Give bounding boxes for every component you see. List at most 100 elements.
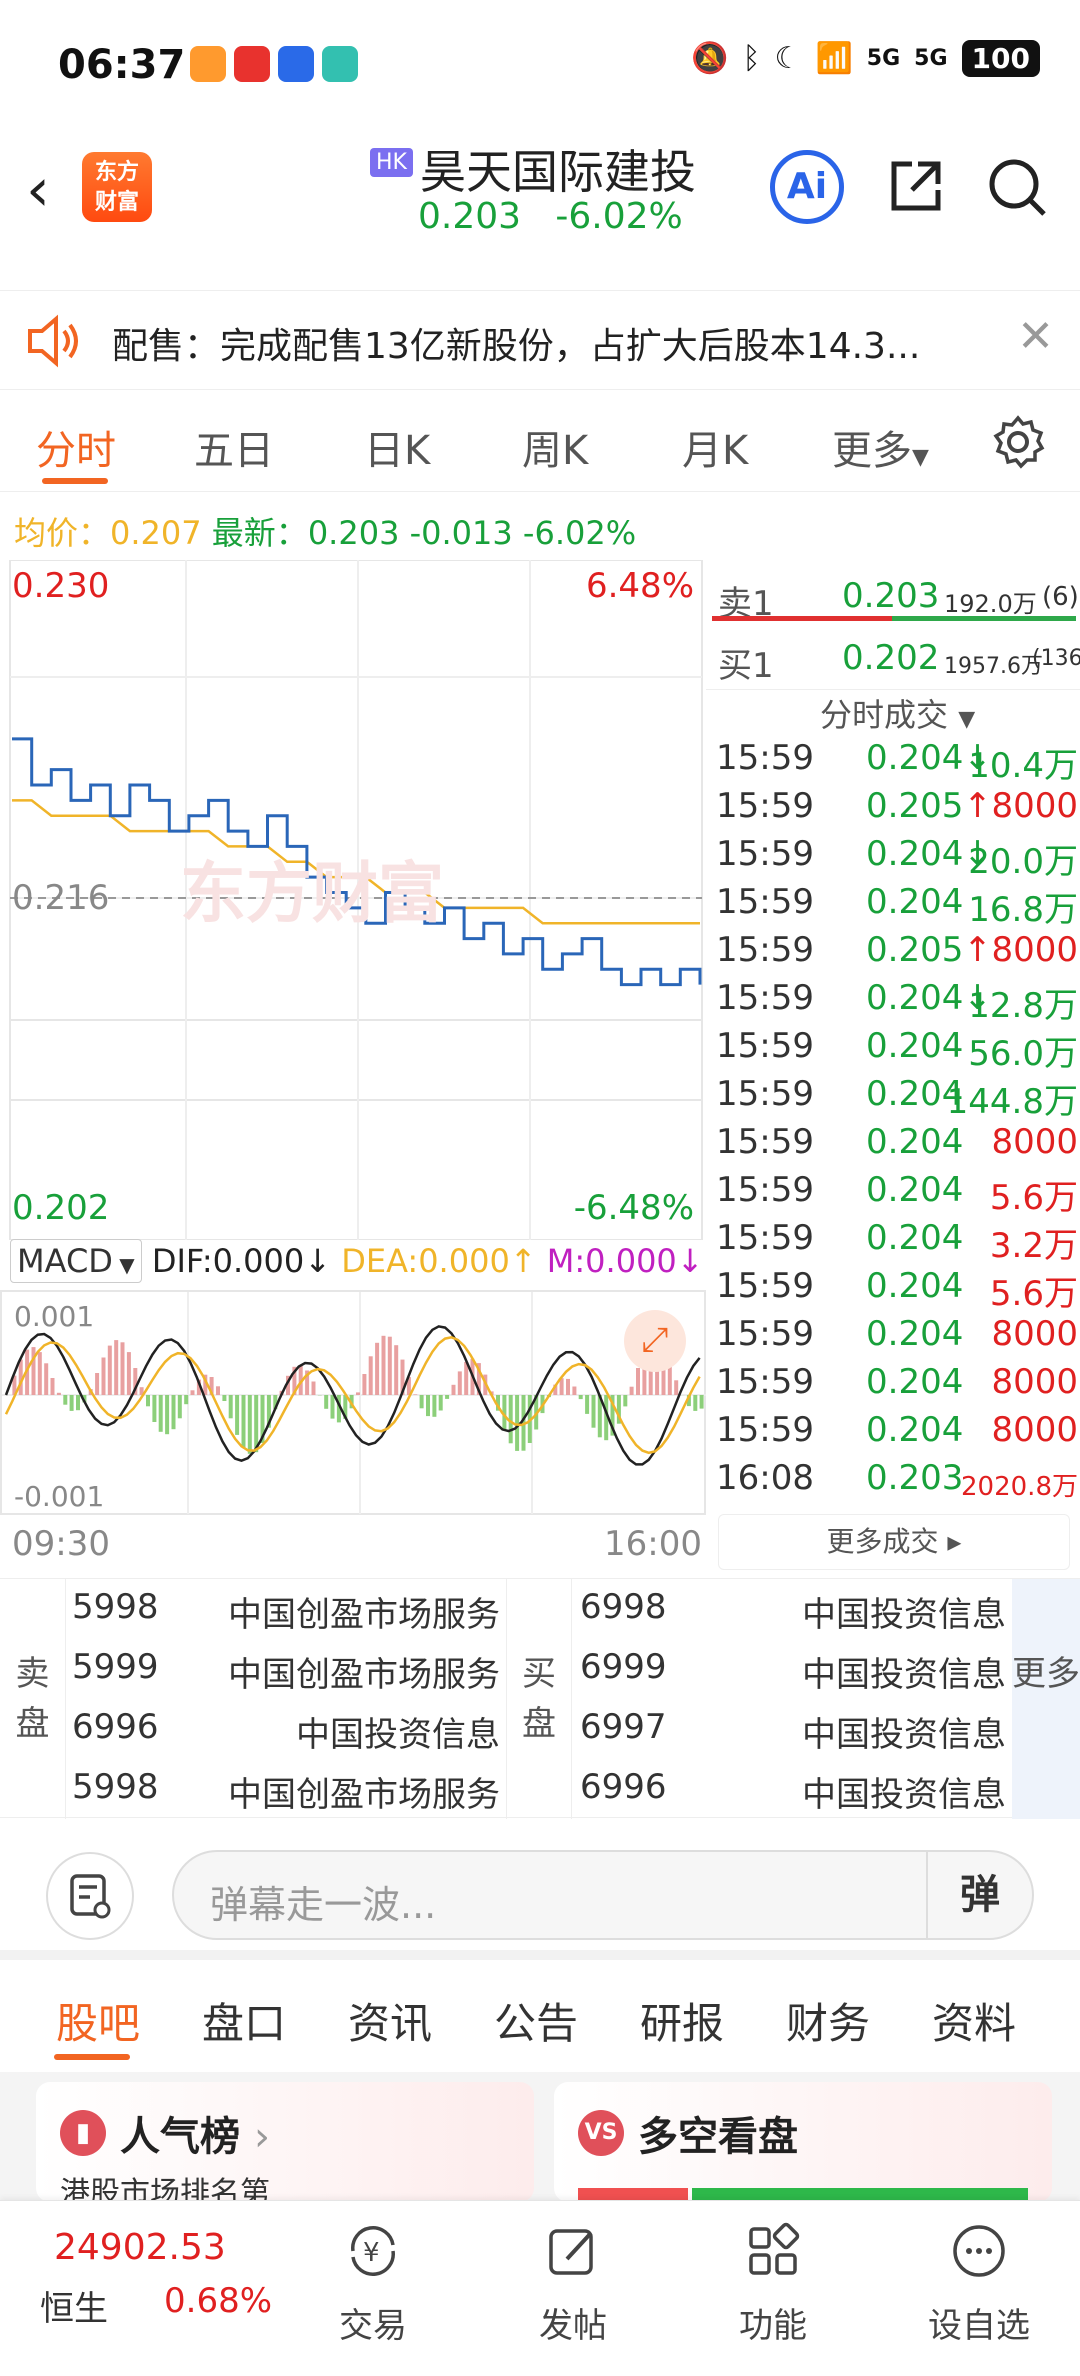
macd-chart[interactable]: 0.001 -0.001 ⤢ <box>0 1290 706 1515</box>
broker-row: 6998 中国投资信息 <box>580 1587 1006 1647</box>
system-icons: 🔕 ᛒ ☾ 📶 5G 5G 100 <box>691 40 1040 77</box>
tab-profile[interactable]: 资料 <box>932 1990 1016 2051</box>
bid-row: 买1 0.202 1957.6万 (136) <box>712 632 1080 686</box>
hsi-value[interactable]: 24902.53 <box>54 2227 226 2268</box>
expand-icon[interactable]: ⤢ <box>624 1310 686 1372</box>
macd-bar <box>674 1380 679 1395</box>
active-content-tab-indicator <box>54 2054 130 2060</box>
signal-icon-2: 5G <box>914 46 948 71</box>
tab-daily-k[interactable]: 日K <box>364 418 430 476</box>
popularity-title-text: 人气榜 <box>120 2114 240 2160</box>
broker-name: 中国投资信息 <box>296 1715 500 1755</box>
trade-time: 15:59 <box>716 834 814 874</box>
trade-volume: 5.6万 <box>989 1178 1078 1218</box>
edit-icon <box>549 2229 593 2275</box>
close-icon[interactable]: ✕ <box>1017 311 1054 362</box>
trade-volume: 2020.8万 <box>961 1472 1078 1502</box>
gear-icon[interactable] <box>990 414 1046 470</box>
macd-bar <box>693 1395 698 1411</box>
macd-bar <box>311 1381 316 1395</box>
macd-bar <box>152 1395 157 1422</box>
hsi-name[interactable]: 恒生 <box>40 2281 108 2330</box>
ai-button[interactable]: Ai <box>770 150 844 224</box>
macd-bar <box>69 1395 74 1411</box>
trade-price: 0.204 <box>866 1266 964 1306</box>
tab-announcements[interactable]: 公告 <box>494 1990 578 2051</box>
back-button[interactable]: ‹ <box>26 160 50 220</box>
tab-five-day[interactable]: 五日 <box>194 418 274 476</box>
hsi-change[interactable]: 0.68% <box>164 2281 272 2321</box>
danmu-input[interactable]: 弹幕走一波... 弹 <box>172 1850 1034 1940</box>
more-trades-label: 更多成交 <box>826 1525 939 1558</box>
tab-monthly-k[interactable]: 月K <box>682 418 748 476</box>
trade-time: 15:59 <box>716 882 814 922</box>
trade-time: 15:59 <box>716 1170 814 1210</box>
search-icon[interactable] <box>984 154 1050 220</box>
nav-add-watchlist[interactable]: 设自选 <box>914 2219 1044 2347</box>
danmu-toggle-button[interactable]: 弹 <box>926 1852 1032 1938</box>
order-book: 卖1 0.203 192.0万 (6) 买1 0.202 1957.6万 (13… <box>706 560 1080 690</box>
broker-code: 6996 <box>580 1767 667 1807</box>
macd-bar <box>629 1386 634 1395</box>
tab-finance[interactable]: 财务 <box>786 1990 870 2051</box>
sell-side-label: 卖盘 <box>0 1579 66 1819</box>
macd-bar <box>56 1392 61 1395</box>
ask-count: (6) <box>1042 582 1079 612</box>
broker-row: 6996 中国投资信息 <box>72 1707 500 1767</box>
trade-price: 0.204 <box>866 1170 964 1210</box>
macd-bar <box>419 1395 424 1409</box>
tick-trades: 分时成交 ▼ 15:59 0.204↓ 10.4万 15:59 0.205↑ 8000 15… <box>706 690 1080 1570</box>
trade-price: 0.205↑ <box>866 930 992 970</box>
announcement-banner[interactable]: 配售：完成配售13亿新股份，占扩大后股本14.3... ✕ <box>0 290 1080 390</box>
trade-row: 15:59 0.204 8000 <box>712 1122 1080 1170</box>
macd-bar <box>76 1395 80 1411</box>
macd-bar <box>37 1352 42 1395</box>
tab-more[interactable]: 更多▼ <box>832 418 929 476</box>
tab-intraday[interactable]: 分时 <box>36 418 116 476</box>
broker-name: 中国投资信息 <box>802 1775 1006 1815</box>
tab-news[interactable]: 资讯 <box>348 1990 432 2051</box>
tab-pankou[interactable]: 盘口 <box>202 1990 286 2051</box>
comment-settings-button[interactable] <box>46 1852 134 1940</box>
nav-post[interactable]: 发帖 <box>508 2219 638 2347</box>
trade-time: 15:59 <box>716 978 814 1018</box>
share-icon[interactable] <box>884 154 948 218</box>
more-trades-button[interactable]: 更多成交 ▸ <box>718 1514 1070 1570</box>
trade-time: 15:59 <box>716 738 814 778</box>
svg-text:¥: ¥ <box>363 2238 380 2268</box>
trade-volume: 8000 <box>991 930 1078 970</box>
macd-bar <box>101 1357 106 1395</box>
announcement-text: 配售：完成配售13亿新股份，占扩大后股本14.3... <box>112 326 921 367</box>
broker-name: 中国投资信息 <box>802 1715 1006 1755</box>
bid-bar <box>892 616 1076 621</box>
bid-count: (136) <box>1032 646 1080 671</box>
tab-guba[interactable]: 股吧 <box>56 1990 140 2051</box>
nav-functions[interactable]: 功能 <box>708 2219 838 2347</box>
trade-volume: 8000 <box>991 1362 1078 1402</box>
macd-selector[interactable]: MACD ▼ <box>10 1239 142 1283</box>
broker-more-button[interactable]: 更多 <box>1012 1579 1080 1819</box>
trade-volume: 8000 <box>991 1410 1078 1450</box>
tab-research[interactable]: 研报 <box>640 1990 724 2051</box>
bull-bear-card[interactable]: VS 多空看盘 <box>554 2082 1052 2202</box>
macd-bar <box>445 1395 450 1399</box>
intraday-chart[interactable]: 东方财富 0.230 6.48% 0.216 0.202 -6.48% MACD… <box>0 560 706 1283</box>
popularity-card[interactable]: ▮ 人气榜 › 港股市场排名第 <box>36 2082 534 2202</box>
macd-bar <box>107 1345 112 1395</box>
trade-time: 15:59 <box>716 1314 814 1354</box>
trade-time: 15:59 <box>716 786 814 826</box>
stock-header: ‹ 东方 财富 HK 昊天国际建投 0.203 -6.02% Ai <box>0 130 1080 250</box>
macd-legend: MACD ▼ DIF:0.000↓ DEA:0.000↑ M:0.000↓ <box>10 1239 704 1294</box>
trades-title[interactable]: 分时成交 ▼ <box>820 690 975 736</box>
macd-bar <box>158 1395 163 1432</box>
macd-bar <box>171 1395 176 1430</box>
trade-price: 0.203 <box>866 1458 964 1498</box>
nav-trade[interactable]: ¥ 交易 <box>308 2219 438 2347</box>
broker-code: 5998 <box>72 1587 159 1627</box>
tab-weekly-k[interactable]: 周K <box>522 418 588 476</box>
y-axis-high: 0.230 <box>12 566 110 606</box>
time-end: 16:00 <box>604 1524 702 1564</box>
macd-bar <box>120 1342 125 1395</box>
pct-axis-low: -6.48% <box>573 1188 694 1228</box>
trade-row: 15:59 0.204 56.0万 <box>712 1026 1080 1074</box>
